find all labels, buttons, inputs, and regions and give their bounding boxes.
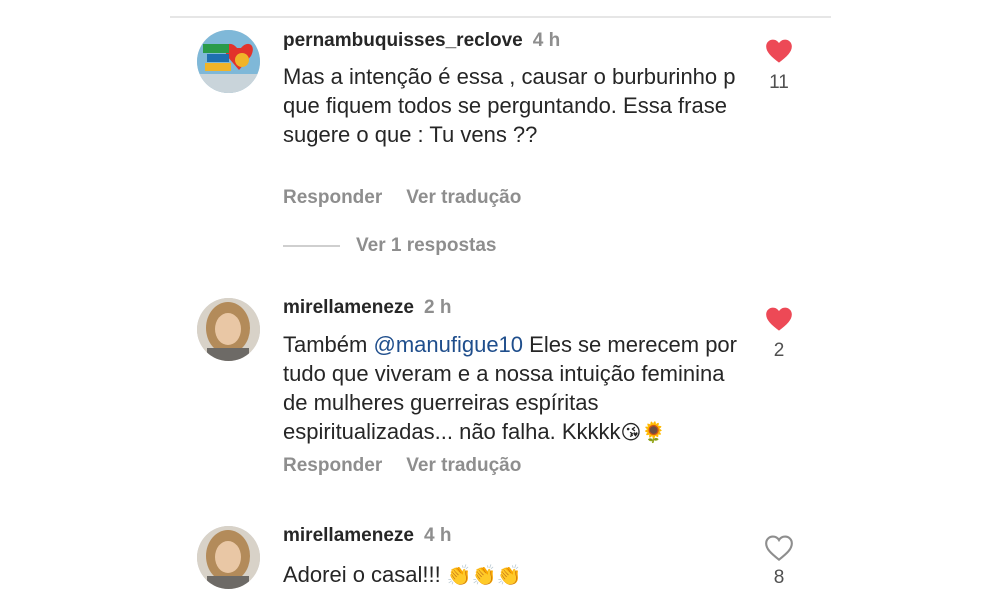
avatar-image bbox=[197, 298, 260, 361]
comment-username[interactable]: pernambuquisses_reclove 4 h bbox=[283, 30, 560, 52]
comment-actions: Responder Ver tradução bbox=[283, 187, 521, 209]
view-replies-label: Ver 1 respostas bbox=[356, 235, 497, 256]
comment-text: Adorei o casal!!! 👏👏👏 bbox=[283, 560, 753, 590]
reply-button[interactable]: Responder bbox=[283, 455, 382, 476]
reply-button[interactable]: Responder bbox=[283, 187, 382, 208]
translate-button[interactable]: Ver tradução bbox=[406, 187, 521, 208]
heart-filled-icon bbox=[766, 307, 792, 331]
comment-text: Mas a intenção é essa , causar o burburi… bbox=[283, 64, 736, 147]
avatar[interactable] bbox=[197, 526, 260, 589]
comment-time: 4 h bbox=[423, 525, 452, 546]
avatar-image bbox=[197, 526, 260, 589]
like-button[interactable]: 2 bbox=[762, 306, 796, 362]
username-text[interactable]: mirellameneze bbox=[283, 297, 414, 318]
translate-button[interactable]: Ver tradução bbox=[406, 455, 521, 476]
heart-outline-icon bbox=[765, 535, 793, 561]
comment-actions: Responder Ver tradução bbox=[283, 455, 521, 477]
comment-username[interactable]: mirellameneze 2 h bbox=[283, 297, 451, 319]
username-text[interactable]: pernambuquisses_reclove bbox=[283, 30, 523, 51]
heart-filled-icon bbox=[766, 39, 792, 63]
like-count: 8 bbox=[773, 567, 785, 588]
avatar[interactable] bbox=[197, 298, 260, 361]
comment-time: 2 h bbox=[423, 297, 452, 318]
emoji-text: 😘🌻 bbox=[620, 420, 667, 444]
view-replies-button[interactable]: Ver 1 respostas bbox=[283, 235, 496, 259]
like-count: 11 bbox=[769, 72, 789, 93]
replies-divider-line bbox=[283, 245, 340, 247]
avatar[interactable] bbox=[197, 30, 260, 93]
comment-text-part: Também bbox=[283, 332, 374, 357]
comment-text: Também @manufigue10 Eles se merecem por … bbox=[283, 330, 753, 447]
comment-text-part: Adorei o casal!!! bbox=[283, 562, 447, 587]
emoji-text: 👏👏👏 bbox=[446, 563, 522, 587]
mention-link[interactable]: @manufigue10 bbox=[373, 332, 523, 357]
comment-username[interactable]: mirellameneze 4 h bbox=[283, 525, 451, 547]
like-button[interactable]: 11 bbox=[762, 38, 796, 94]
avatar-image bbox=[197, 30, 260, 93]
like-count: 2 bbox=[773, 340, 785, 361]
top-divider bbox=[170, 16, 831, 18]
username-text[interactable]: mirellameneze bbox=[283, 525, 414, 546]
comment-time: 4 h bbox=[532, 30, 561, 51]
like-button[interactable]: 8 bbox=[762, 535, 796, 589]
